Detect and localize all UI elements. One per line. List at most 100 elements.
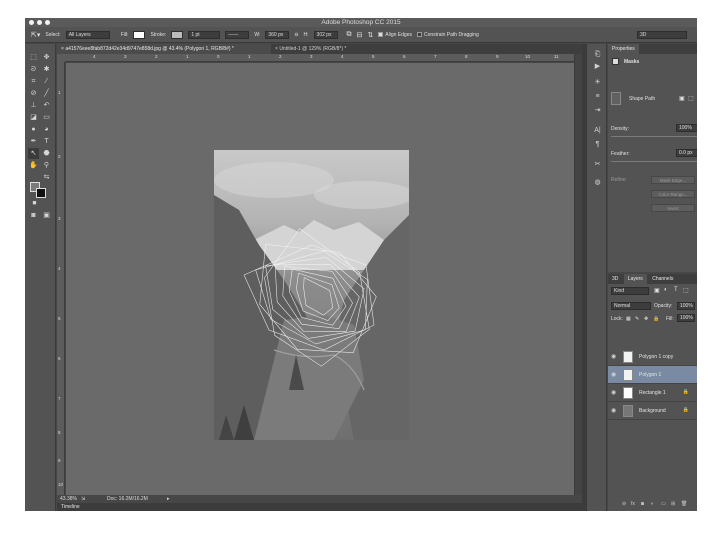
character-panel-icon[interactable]: A| [592,126,603,135]
new-group-icon[interactable]: ▭ [661,501,666,507]
filter-type-icon[interactable]: T [674,287,678,293]
stroke-type-dropdown[interactable]: —— [225,30,250,39]
actions-panel-icon[interactable]: ▶ [592,62,603,71]
link-icon[interactable]: ⊖ [294,32,298,38]
new-layer-icon[interactable]: ⊞ [671,501,675,507]
pen-tool-icon[interactable]: ✒ [28,136,39,147]
lasso-tool-icon[interactable]: ᘐ [28,64,39,75]
minimize-window-icon[interactable] [37,20,42,25]
width-field[interactable]: 360 px [265,30,290,39]
density-field[interactable]: 100% [676,124,697,132]
lock-pixels-icon[interactable]: ✎ [635,316,639,322]
height-field[interactable]: 302 px [313,30,338,39]
hand-tool-icon[interactable]: ✋ [28,160,39,171]
tab-properties[interactable]: Properties [608,44,639,54]
lock-position-icon[interactable]: ✥ [644,316,648,322]
blur-tool-icon[interactable]: ● [28,124,39,135]
delete-layer-icon[interactable]: 🗑 [681,501,687,507]
document-image[interactable] [214,150,409,440]
tab-document-untitled[interactable]: × Untitled-1 @ 129% (RGB/8*) * [271,44,371,54]
eraser-tool-icon[interactable]: ◪ [28,112,39,123]
history-brush-tool-icon[interactable]: ↶ [41,100,52,111]
dodge-tool-icon[interactable]: ◕ [41,124,52,135]
zoom-level[interactable]: 43.38% [60,495,77,503]
filter-shape-icon[interactable]: ⬚ [683,287,689,294]
crop-tool-icon[interactable]: ⌗ [28,76,39,87]
styles-panel-icon[interactable]: ≡ [592,92,603,101]
layer-style-icon[interactable]: fx [631,501,635,507]
tab-layers[interactable]: Layers [623,274,647,284]
canvas-area[interactable] [66,63,574,495]
fill-field[interactable]: 100% [677,314,695,322]
visibility-eye-icon[interactable]: ◉ [611,407,616,414]
filter-adjustment-icon[interactable]: ◐ [664,287,668,293]
background-color-swatch[interactable] [36,188,46,198]
filter-pixel-icon[interactable]: ▣ [654,287,660,294]
pixel-mask-icon[interactable]: ▣ [679,95,685,102]
magic-wand-tool-icon[interactable]: ✱ [41,64,52,75]
align-edges-checkbox[interactable]: Align Edges [378,32,412,38]
visibility-eye-icon[interactable]: ◉ [611,353,616,360]
path-selection-tool-icon[interactable]: ↖ [28,148,39,159]
visibility-eye-icon[interactable]: ◉ [611,371,616,378]
density-slider[interactable] [611,136,697,137]
layer-filter-kind-dropdown[interactable]: Kind [611,287,649,295]
tab-document-active[interactable]: × a41576eee8fab872d42e34d9747e858d.jpg @… [57,44,271,54]
vector-mask-icon[interactable]: ⬚ [688,95,694,102]
stroke-swatch[interactable] [171,30,184,39]
vertical-scrollbar[interactable] [574,54,582,495]
add-mask-icon[interactable]: ◙ [641,501,644,507]
lock-transparent-icon[interactable]: ▦ [626,316,631,322]
link-layers-icon[interactable]: ⊖ [622,501,626,507]
adjustments-panel-icon[interactable]: ☀ [592,78,603,87]
paths-panel-icon[interactable]: ⇥ [592,106,603,115]
select-dropdown[interactable]: All Layers [65,30,110,39]
healing-brush-tool-icon[interactable]: ⊘ [28,88,39,99]
tab-channels[interactable]: Channels [648,274,677,284]
type-tool-icon[interactable]: T [41,136,52,147]
visibility-eye-icon[interactable]: ◉ [611,389,616,396]
adjustment-layer-icon[interactable]: ◐ [651,501,654,507]
paragraph-panel-icon[interactable]: ¶ [592,140,603,149]
opacity-field[interactable]: 100% [677,302,695,310]
gradient-tool-icon[interactable]: ▭ [41,112,52,123]
feather-slider[interactable] [611,161,697,162]
path-operations-icon[interactable]: ⧉ [347,31,352,39]
screen-mode-icon[interactable]: ▣ [41,210,52,221]
stroke-width-field[interactable]: 1 pt [188,30,221,39]
export-icon[interactable]: ⇲ [81,495,85,503]
tab-3d[interactable]: 3D [608,274,622,284]
history-panel-icon[interactable]: ⎗ [592,50,603,59]
3d-panel-icon[interactable]: ◍ [592,178,603,187]
path-selection-tool-icon[interactable]: ⇱▾ [31,31,40,39]
invert-button[interactable]: Invert [651,204,695,212]
eyedropper-tool-icon[interactable]: ⁄ [41,76,52,87]
tool-presets-panel-icon[interactable]: ✂ [592,160,603,169]
brush-tool-icon[interactable]: ╱ [41,88,52,99]
color-range-button[interactable]: Color Range... [651,190,695,198]
shape-tool-icon[interactable]: ⬣ [41,148,52,159]
constrain-path-checkbox[interactable]: Constrain Path Dragging [416,32,479,38]
blend-mode-dropdown[interactable]: Normal [611,302,651,310]
marquee-tool-icon[interactable]: ⬚ [28,52,39,63]
lock-all-icon[interactable]: 🔒 [653,316,659,322]
layer-row[interactable]: ◉ Background 🔒 [608,402,697,420]
quick-mask-icon[interactable]: ◙ [28,210,39,221]
layer-row[interactable]: ◉ Rectangle 1 🔒 [608,384,697,402]
path-arrangement-icon[interactable]: ⇅ [367,31,373,39]
timeline-panel-tab[interactable]: Timeline [57,503,582,511]
swap-colors-icon[interactable]: ⇆ [41,172,52,183]
path-alignment-icon[interactable]: ⊟ [357,31,363,39]
layer-row[interactable]: ◉ Polygon 1 copy [608,348,697,366]
close-window-icon[interactable] [29,20,34,25]
status-menu-arrow-icon[interactable]: ▸ [167,495,170,503]
workspace-dropdown[interactable]: 3D [637,31,687,39]
zoom-tool-icon[interactable]: ⚲ [41,160,52,171]
layer-row-selected[interactable]: ◉ Polygon 1 [608,366,697,384]
fill-swatch[interactable] [133,30,146,39]
move-tool-icon[interactable]: ✥ [41,52,52,63]
zoom-window-icon[interactable] [45,20,50,25]
feather-field[interactable]: 0.0 px [676,149,697,157]
clone-stamp-tool-icon[interactable]: ⊥ [28,100,39,111]
mask-edge-button[interactable]: Mask Edge... [651,176,695,184]
